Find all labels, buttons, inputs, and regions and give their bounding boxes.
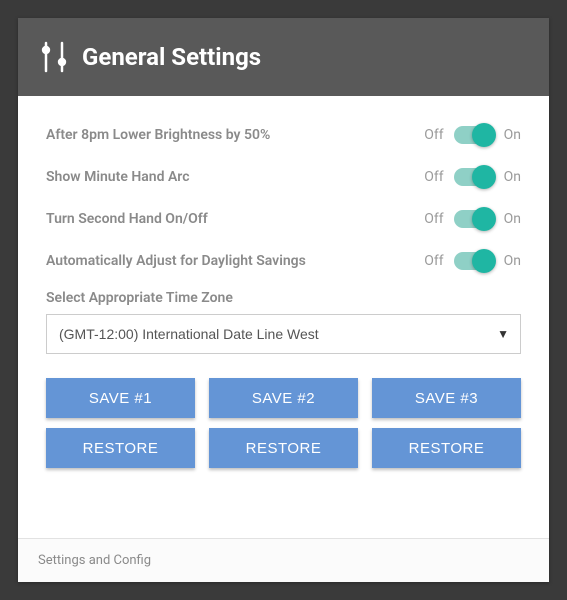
toggle-off-label: Off (424, 127, 443, 143)
dst-toggle[interactable] (454, 252, 494, 270)
toggle-on-label: On (504, 253, 521, 269)
footer: Settings and Config (18, 538, 549, 582)
header: General Settings (18, 18, 549, 96)
setting-row-dst: Automatically Adjust for Daylight Saving… (46, 240, 521, 282)
minute-arc-toggle[interactable] (454, 168, 494, 186)
timezone-select[interactable]: (GMT-12:00) International Date Line West (46, 314, 521, 354)
timezone-label: Select Appropriate Time Zone (46, 290, 521, 306)
toggle-group: Off On (424, 210, 521, 228)
timezone-select-wrap: (GMT-12:00) International Date Line West… (46, 314, 521, 354)
toggle-group: Off On (424, 252, 521, 270)
toggle-off-label: Off (424, 211, 443, 227)
setting-row-minute-arc: Show Minute Hand Arc Off On (46, 156, 521, 198)
toggle-on-label: On (504, 127, 521, 143)
settings-card: General Settings After 8pm Lower Brightn… (18, 18, 549, 582)
setting-row-brightness: After 8pm Lower Brightness by 50% Off On (46, 114, 521, 156)
save-2-button[interactable]: SAVE #2 (209, 378, 358, 418)
toggle-group: Off On (424, 168, 521, 186)
restore-1-button[interactable]: RESTORE (46, 428, 195, 468)
setting-label: After 8pm Lower Brightness by 50% (46, 127, 424, 143)
restore-3-button[interactable]: RESTORE (372, 428, 521, 468)
toggle-on-label: On (504, 169, 521, 185)
save-1-button[interactable]: SAVE #1 (46, 378, 195, 418)
toggle-group: Off On (424, 126, 521, 144)
content: After 8pm Lower Brightness by 50% Off On… (18, 96, 549, 538)
setting-row-second-hand: Turn Second Hand On/Off Off On (46, 198, 521, 240)
toggle-on-label: On (504, 211, 521, 227)
page-title: General Settings (82, 43, 261, 71)
restore-2-button[interactable]: RESTORE (209, 428, 358, 468)
save-3-button[interactable]: SAVE #3 (372, 378, 521, 418)
brightness-toggle[interactable] (454, 126, 494, 144)
setting-label: Automatically Adjust for Daylight Saving… (46, 253, 424, 269)
sliders-icon (40, 40, 68, 74)
toggle-off-label: Off (424, 169, 443, 185)
toggle-off-label: Off (424, 253, 443, 269)
button-grid: SAVE #1 SAVE #2 SAVE #3 RESTORE RESTORE … (46, 378, 521, 468)
setting-label: Turn Second Hand On/Off (46, 211, 424, 227)
second-hand-toggle[interactable] (454, 210, 494, 228)
footer-text: Settings and Config (38, 553, 151, 568)
setting-label: Show Minute Hand Arc (46, 169, 424, 185)
